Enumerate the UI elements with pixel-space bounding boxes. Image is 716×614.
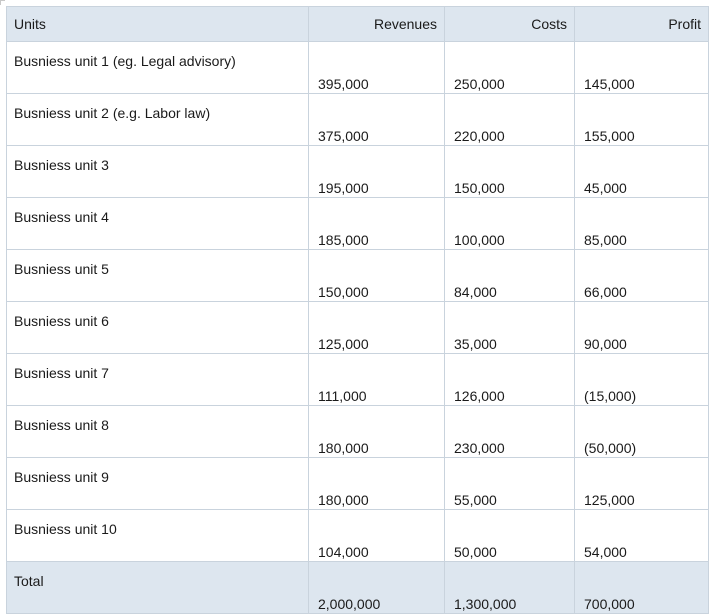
unit-name-cell: Busniess unit 5 [6, 249, 309, 302]
header-revenues: Revenues [308, 6, 445, 42]
table-row: Busniess unit 4 185,000 100,000 85,000 [6, 197, 709, 250]
costs-cell: 230,000 [444, 405, 575, 458]
revenues-cell: 180,000 [308, 457, 445, 510]
table-row: Busniess unit 7 111,000 126,000 (15,000) [6, 353, 709, 406]
revenues-cell: 185,000 [308, 197, 445, 250]
table-row: Busniess unit 5 150,000 84,000 66,000 [6, 249, 709, 302]
unit-name-cell: Busniess unit 2 (e.g. Labor law) [6, 93, 309, 146]
unit-name-cell: Busniess unit 7 [6, 353, 309, 406]
revenues-cell: 111,000 [308, 353, 445, 406]
profit-cell: 145,000 [574, 41, 709, 94]
table-row: Busniess unit 9 180,000 55,000 125,000 [6, 457, 709, 510]
profit-cell: (15,000) [574, 353, 709, 406]
revenues-cell: 104,000 [308, 509, 445, 562]
header-units: Units [6, 6, 309, 42]
table-row: Busniess unit 1 (eg. Legal advisory) 395… [6, 41, 709, 94]
business-units-table: Units Revenues Costs Profit Busniess uni… [6, 6, 709, 614]
unit-name-cell: Busniess unit 8 [6, 405, 309, 458]
table-row: Busniess unit 10 104,000 50,000 54,000 [6, 509, 709, 562]
profit-cell: 125,000 [574, 457, 709, 510]
costs-cell: 84,000 [444, 249, 575, 302]
table-header-row: Units Revenues Costs Profit [6, 6, 709, 42]
costs-cell: 126,000 [444, 353, 575, 406]
profit-cell: 54,000 [574, 509, 709, 562]
corner-mark [0, 0, 5, 5]
header-profit: Profit [574, 6, 709, 42]
table-row: Busniess unit 2 (e.g. Labor law) 375,000… [6, 93, 709, 146]
total-label: Total [6, 561, 309, 614]
costs-cell: 55,000 [444, 457, 575, 510]
costs-cell: 250,000 [444, 41, 575, 94]
header-costs: Costs [444, 6, 575, 42]
profit-cell: 90,000 [574, 301, 709, 354]
costs-cell: 35,000 [444, 301, 575, 354]
profit-cell: (50,000) [574, 405, 709, 458]
total-costs: 1,300,000 [444, 561, 575, 614]
unit-name-cell: Busniess unit 6 [6, 301, 309, 354]
revenues-cell: 375,000 [308, 93, 445, 146]
total-row: Total 2,000,000 1,300,000 700,000 [6, 561, 709, 614]
table-row: Busniess unit 3 195,000 150,000 45,000 [6, 145, 709, 198]
revenues-cell: 150,000 [308, 249, 445, 302]
costs-cell: 220,000 [444, 93, 575, 146]
revenues-cell: 195,000 [308, 145, 445, 198]
unit-name-cell: Busniess unit 4 [6, 197, 309, 250]
profit-cell: 155,000 [574, 93, 709, 146]
table-row: Busniess unit 6 125,000 35,000 90,000 [6, 301, 709, 354]
profit-cell: 45,000 [574, 145, 709, 198]
revenues-cell: 180,000 [308, 405, 445, 458]
table-row: Busniess unit 8 180,000 230,000 (50,000) [6, 405, 709, 458]
unit-name-cell: Busniess unit 10 [6, 509, 309, 562]
total-revenues: 2,000,000 [308, 561, 445, 614]
profit-cell: 66,000 [574, 249, 709, 302]
unit-name-cell: Busniess unit 9 [6, 457, 309, 510]
costs-cell: 50,000 [444, 509, 575, 562]
unit-name-cell: Busniess unit 3 [6, 145, 309, 198]
unit-name-cell: Busniess unit 1 (eg. Legal advisory) [6, 41, 309, 94]
profit-cell: 85,000 [574, 197, 709, 250]
revenues-cell: 395,000 [308, 41, 445, 94]
costs-cell: 100,000 [444, 197, 575, 250]
revenues-cell: 125,000 [308, 301, 445, 354]
total-profit: 700,000 [574, 561, 709, 614]
costs-cell: 150,000 [444, 145, 575, 198]
